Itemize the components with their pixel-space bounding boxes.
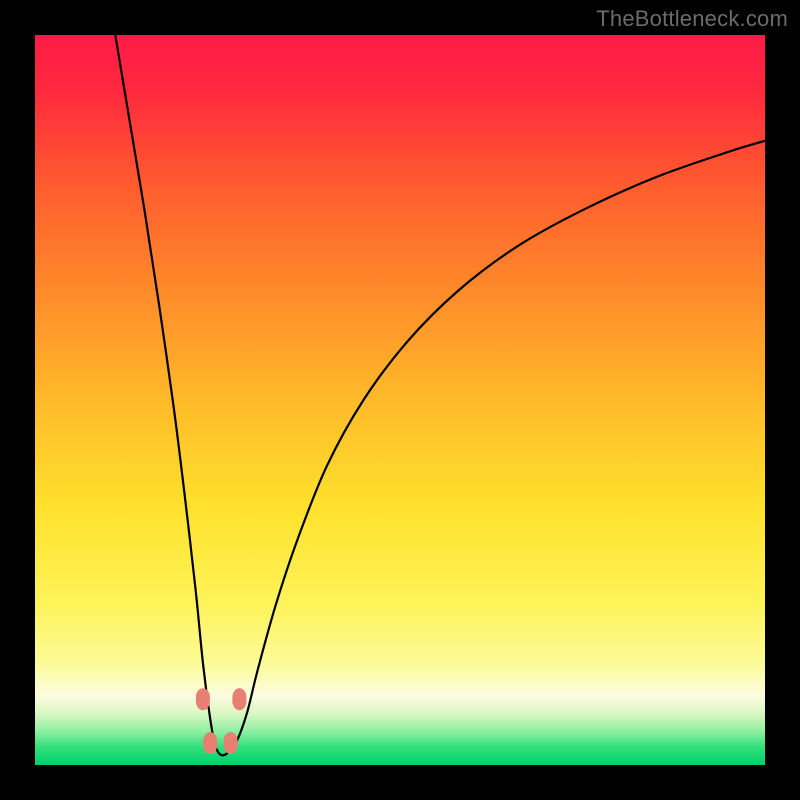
plot-area bbox=[35, 35, 765, 765]
curve-marker bbox=[203, 732, 217, 754]
curve-markers bbox=[196, 688, 247, 754]
curve-marker bbox=[232, 688, 246, 710]
chart-frame: TheBottleneck.com bbox=[0, 0, 800, 800]
curve-marker bbox=[196, 688, 210, 710]
curve-layer bbox=[35, 35, 765, 765]
curve-marker bbox=[224, 732, 238, 754]
attribution-text: TheBottleneck.com bbox=[596, 6, 788, 32]
bottleneck-curve bbox=[115, 35, 765, 755]
